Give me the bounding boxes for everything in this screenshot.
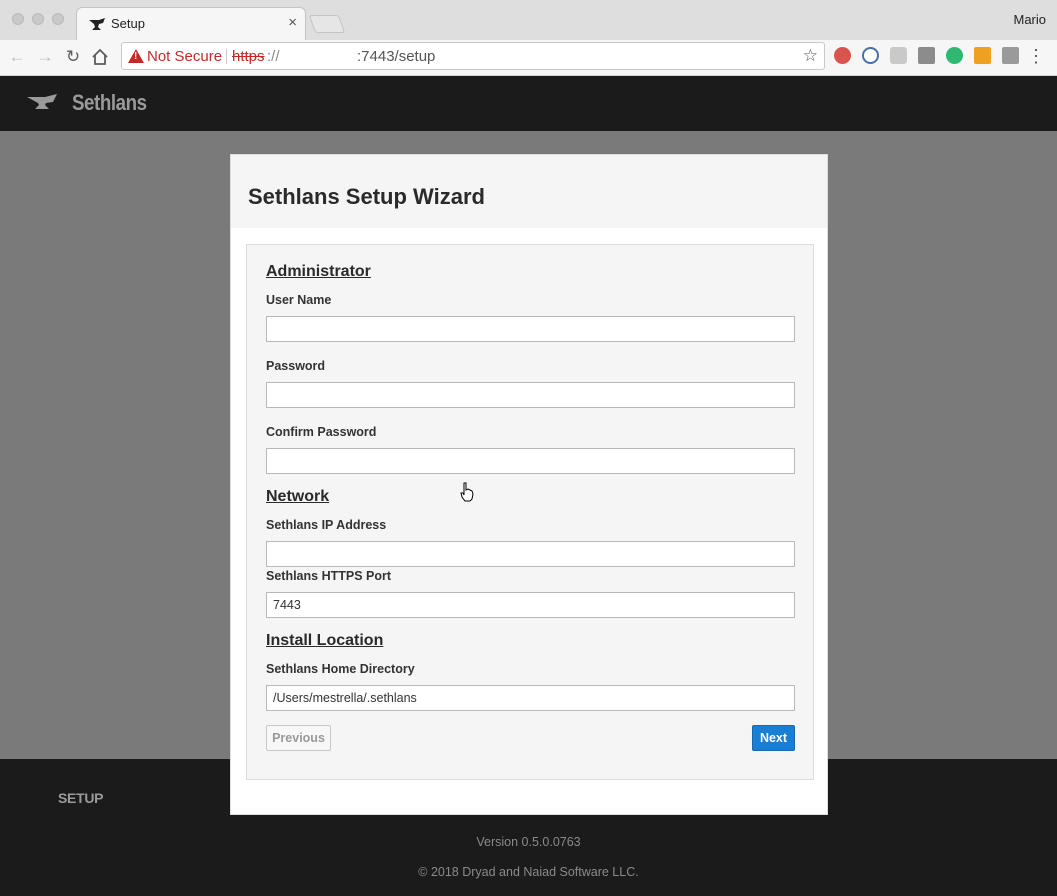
username-input[interactable] — [266, 316, 795, 342]
back-arrow-icon[interactable]: ← — [6, 46, 28, 68]
browser-toolbar: ← → ↻ Not Secure https :// :7443/setup ☆… — [0, 40, 1057, 76]
confirm-password-input[interactable] — [266, 448, 795, 474]
warning-icon — [128, 49, 144, 63]
install-location-heading: Install Location — [266, 632, 384, 649]
url-scheme: https — [232, 48, 265, 65]
home-directory-label: Sethlans Home Directory — [266, 662, 415, 676]
previous-button[interactable]: Previous — [266, 725, 331, 751]
browser-tab-setup[interactable]: Setup × — [76, 7, 306, 40]
hand-pointer-icon — [460, 482, 474, 502]
tool-extension-icon[interactable] — [1002, 47, 1019, 64]
anvil-logo-icon[interactable] — [27, 94, 57, 110]
setup-form-panel: Administrator User Name Password Confirm… — [246, 244, 814, 780]
tab-title: Setup — [111, 16, 145, 31]
brand-name[interactable]: Sethlans — [72, 90, 147, 116]
address-bar[interactable]: Not Secure https :// :7443/setup ☆ — [121, 42, 825, 70]
footer-nav-setup[interactable]: SETUP — [58, 790, 103, 806]
administrator-heading: Administrator — [266, 263, 371, 280]
card-header: Sethlans Setup Wizard — [231, 155, 827, 228]
next-button[interactable]: Next — [752, 725, 795, 751]
tab-close-icon[interactable]: × — [288, 14, 297, 31]
https-port-label: Sethlans HTTPS Port — [266, 569, 392, 583]
password-label: Password — [266, 359, 326, 373]
window-close-dot[interactable] — [12, 13, 24, 25]
privacy-extension-icon[interactable] — [862, 47, 879, 64]
home-icon[interactable] — [90, 47, 110, 67]
adblock-extension-icon[interactable] — [834, 47, 851, 64]
network-heading: Network — [266, 488, 330, 505]
rss-extension-icon[interactable] — [974, 47, 991, 64]
browser-menu-icon[interactable]: ⋮ — [1027, 47, 1045, 65]
app-header: Sethlans — [0, 76, 1057, 131]
https-port-input[interactable] — [266, 592, 795, 618]
reload-icon[interactable]: ↻ — [62, 46, 84, 68]
address-separator — [226, 49, 227, 64]
password-input[interactable] — [266, 382, 795, 408]
copyright-label: © 2018 Dryad and Naiad Software LLC. — [418, 865, 639, 879]
page-title: Sethlans Setup Wizard — [248, 184, 485, 209]
ip-address-label: Sethlans IP Address — [266, 518, 387, 532]
home-directory-input[interactable] — [266, 685, 795, 711]
new-tab-button[interactable] — [308, 15, 346, 33]
version-label: Version 0.5.0.0763 — [476, 835, 581, 849]
forward-arrow-icon[interactable]: → — [34, 46, 56, 68]
url-separator: :// — [267, 48, 280, 65]
bookmark-star-icon[interactable]: ☆ — [803, 46, 818, 66]
window-minimize-dot[interactable] — [32, 13, 44, 25]
chat-extension-icon[interactable] — [946, 47, 963, 64]
not-secure-label[interactable]: Not Secure — [147, 48, 222, 65]
username-label: User Name — [266, 293, 332, 307]
cloud-extension-icon[interactable] — [890, 47, 907, 64]
setup-wizard-card: Sethlans Setup Wizard Administrator User… — [230, 154, 828, 815]
confirm-password-label: Confirm Password — [266, 425, 377, 439]
profile-name[interactable]: Mario — [1013, 12, 1046, 27]
window-zoom-dot[interactable] — [52, 13, 64, 25]
keep-extension-icon[interactable] — [918, 47, 935, 64]
anvil-favicon-icon — [89, 18, 105, 30]
url-path: :7443/setup — [357, 48, 436, 65]
ip-address-input[interactable] — [266, 541, 795, 567]
browser-tabstrip: Setup × Mario — [0, 0, 1057, 40]
